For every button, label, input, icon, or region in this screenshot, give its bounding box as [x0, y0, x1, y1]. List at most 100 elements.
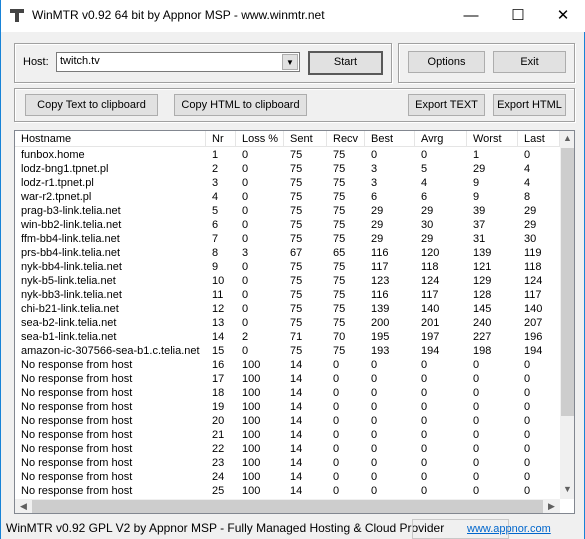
cell-best: 0 [371, 387, 378, 399]
cell-sent: 75 [290, 275, 303, 287]
table-row[interactable]: No response from host 25 100 14 0 0 0 0 0 [15, 484, 560, 498]
table-row[interactable]: war-r2.tpnet.pl 4 0 75 75 6 6 9 8 [15, 190, 560, 204]
status-text: WinMTR v0.92 GPL V2 by Appnor MSP - Full… [6, 521, 445, 535]
cell-hostname: No response from host [21, 387, 133, 399]
cell-recv: 0 [333, 359, 340, 371]
cell-recv: 75 [333, 275, 346, 287]
horizontal-scroll-thumb[interactable] [32, 500, 543, 513]
options-button[interactable]: Options [408, 51, 485, 73]
cell-best: 0 [371, 373, 378, 385]
cell-loss: 0 [242, 261, 249, 273]
table-row[interactable]: lodz-bng1.tpnet.pl 2 0 75 75 3 5 29 4 [15, 162, 560, 176]
copy-html-button[interactable]: Copy HTML to clipboard [174, 94, 307, 116]
cell-hostname: war-r2.tpnet.pl [21, 191, 92, 203]
cell-nr: 1 [212, 149, 219, 161]
table-row[interactable]: nyk-b5-link.telia.net 10 0 75 75 123 124 129 124 [15, 274, 560, 288]
column-header[interactable]: Hostname [15, 131, 206, 147]
host-combobox[interactable]: twitch.tv ▼ [56, 52, 300, 72]
cell-nr: 2 [212, 163, 219, 175]
cell-last: 0 [524, 429, 531, 441]
column-header[interactable]: Best [365, 131, 415, 147]
cell-last: 119 [524, 247, 542, 259]
cell-recv: 75 [333, 289, 346, 301]
vertical-scrollbar[interactable]: ▲ ▼ [560, 131, 574, 499]
host-input[interactable]: twitch.tv [60, 55, 100, 67]
cell-best: 3 [371, 163, 378, 175]
cell-last: 0 [524, 373, 531, 385]
cell-avrg: 117 [421, 289, 439, 301]
table-row[interactable]: chi-b21-link.telia.net 12 0 75 75 139 140 145 14… [15, 302, 560, 316]
column-header[interactable]: Nr [206, 131, 236, 147]
scroll-left-icon[interactable]: ◀ [16, 501, 31, 512]
column-header[interactable]: Loss % [236, 131, 284, 147]
export-text-button[interactable]: Export TEXT [408, 94, 485, 116]
table-row[interactable]: No response from host 16 100 14 0 0 0 0 0 [15, 358, 560, 372]
cell-nr: 25 [212, 485, 225, 497]
table-row[interactable]: prag-b3-link.telia.net 5 0 75 75 29 29 39 29 [15, 204, 560, 218]
table-row[interactable]: No response from host 22 100 14 0 0 0 0 0 [15, 442, 560, 456]
copy-text-button[interactable]: Copy Text to clipboard [25, 94, 158, 116]
cell-nr: 21 [212, 429, 225, 441]
cell-avrg: 0 [421, 457, 428, 469]
table-row[interactable]: win-bb2-link.telia.net 6 0 75 75 29 30 37 29 [15, 218, 560, 232]
column-header[interactable]: Last [518, 131, 560, 147]
cell-nr: 15 [212, 345, 225, 357]
cell-recv: 0 [333, 471, 340, 483]
table-row[interactable]: prs-bb4-link.telia.net 8 3 67 65 116 120 139 119 [15, 246, 560, 260]
host-label: Host: [23, 56, 49, 68]
cell-loss: 100 [242, 401, 261, 413]
cell-avrg: 0 [421, 443, 428, 455]
cell-last: 0 [524, 485, 531, 497]
horizontal-scrollbar[interactable]: ◀ ▶ [15, 499, 560, 513]
cell-avrg: 4 [421, 177, 428, 189]
cell-avrg: 0 [421, 359, 428, 371]
table-row[interactable]: amazon-ic-307566-sea-b1.c.telia.net 15 0 75… [15, 344, 560, 358]
cell-last: 0 [524, 359, 531, 371]
cell-loss: 100 [242, 457, 261, 469]
column-header[interactable]: Avrg [415, 131, 467, 147]
cell-last: 29 [524, 219, 537, 231]
table-row[interactable]: No response from host 23 100 14 0 0 0 0 0 [15, 456, 560, 470]
cell-worst: 129 [473, 275, 492, 287]
appnor-link[interactable]: www.appnor.com [467, 523, 551, 535]
table-row[interactable]: sea-b1-link.telia.net 14 2 71 70 195 197 227 196 [15, 330, 560, 344]
table-row[interactable]: funbox.home 1 0 75 75 0 0 1 0 [15, 148, 560, 162]
close-button[interactable]: ✕ [548, 6, 578, 26]
scroll-right-icon[interactable]: ▶ [544, 501, 559, 512]
minimize-button[interactable]: — [456, 6, 486, 26]
table-row[interactable]: sea-b2-link.telia.net 13 0 75 75 200 201 240 207 [15, 316, 560, 330]
table-row[interactable]: nyk-bb4-link.telia.net 9 0 75 75 117 118 121 118 [15, 260, 560, 274]
table-row[interactable]: ffm-bb4-link.telia.net 7 0 75 75 29 29 31 30 [15, 232, 560, 246]
cell-worst: 0 [473, 373, 480, 385]
cell-sent: 14 [290, 401, 303, 413]
cell-last: 124 [524, 275, 543, 287]
cell-hostname: sea-b1-link.telia.net [21, 331, 117, 343]
table-row[interactable]: nyk-bb3-link.telia.net 11 0 75 75 116 117 128 11… [15, 288, 560, 302]
table-row[interactable]: No response from host 17 100 14 0 0 0 0 0 [15, 372, 560, 386]
cell-last: 0 [524, 401, 531, 413]
table-row[interactable]: No response from host 18 100 14 0 0 0 0 0 [15, 386, 560, 400]
start-button[interactable]: Start [308, 51, 383, 75]
table-row[interactable]: No response from host 21 100 14 0 0 0 0 0 [15, 428, 560, 442]
table-row[interactable]: No response from host 24 100 14 0 0 0 0 0 [15, 470, 560, 484]
table-row[interactable]: No response from host 20 100 14 0 0 0 0 0 [15, 414, 560, 428]
cell-last: 0 [524, 471, 531, 483]
cell-nr: 5 [212, 205, 219, 217]
column-header[interactable]: Recv [327, 131, 365, 147]
cell-nr: 13 [212, 317, 225, 329]
vertical-scroll-thumb[interactable] [561, 148, 574, 416]
scroll-down-icon[interactable]: ▼ [560, 484, 574, 494]
scroll-up-icon[interactable]: ▲ [560, 133, 574, 143]
results-table[interactable]: Hostname Nr Loss % Sent Recv Best Avrg Worst Las… [14, 130, 575, 514]
dropdown-arrow-icon[interactable]: ▼ [282, 54, 298, 70]
maximize-button[interactable]: ☐ [503, 6, 533, 26]
export-html-button[interactable]: Export HTML [493, 94, 566, 116]
cell-last: 194 [524, 345, 543, 357]
table-row[interactable]: lodz-r1.tpnet.pl 3 0 75 75 3 4 9 4 [15, 176, 560, 190]
column-header[interactable]: Sent [284, 131, 327, 147]
exit-button[interactable]: Exit [493, 51, 566, 73]
cell-worst: 198 [473, 345, 492, 357]
column-header[interactable]: Worst [467, 131, 518, 147]
cell-sent: 75 [290, 205, 303, 217]
table-row[interactable]: No response from host 19 100 14 0 0 0 0 0 [15, 400, 560, 414]
